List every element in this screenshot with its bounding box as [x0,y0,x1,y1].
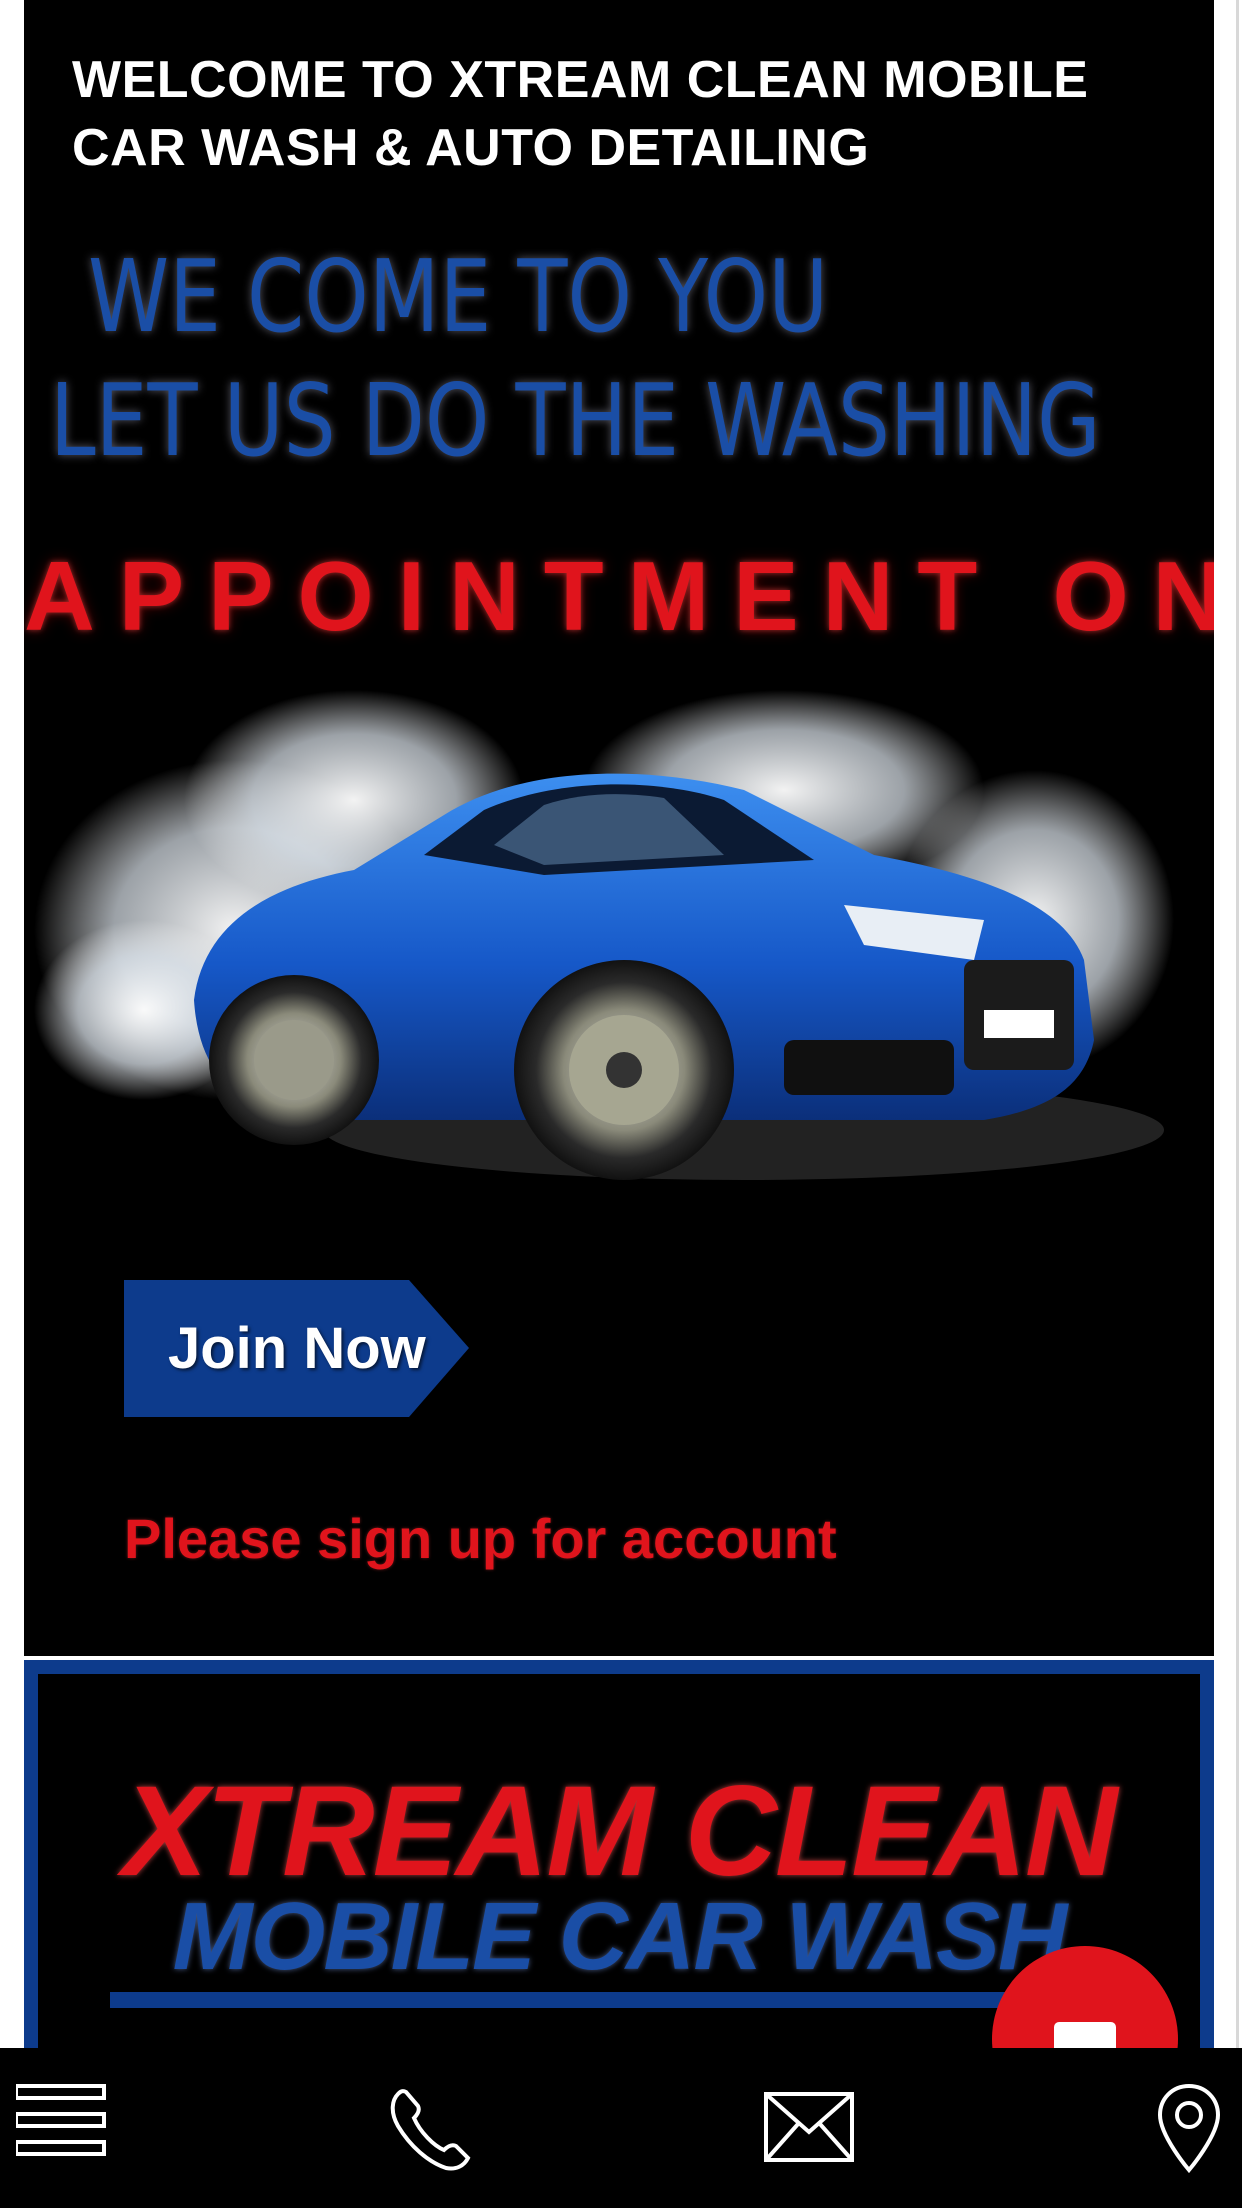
menu-icon[interactable] [16,2080,106,2160]
car-splash-image [34,690,1174,1180]
bottom-nav-bar [0,2048,1242,2208]
logo-underline [110,1992,1080,2008]
signup-prompt: Please sign up for account [124,1507,837,1570]
appointment-marquee: APPOINTMENT ON [24,541,1214,651]
page-content: WELCOME TO XTREAM CLEAN MOBILE CAR WASH … [24,0,1214,2048]
chat-icon [1054,2022,1116,2048]
location-pin-icon[interactable] [1156,2082,1222,2174]
join-now-label: Join Now [168,1316,426,1381]
scrollbar-track[interactable] [1236,0,1239,2048]
tagline-line2: LET US DO THE WASHING [50,362,1101,479]
mail-icon[interactable] [764,2092,854,2162]
welcome-heading: WELCOME TO XTREAM CLEAN MOBILE CAR WASH … [72,51,1089,177]
tagline-line1: WE COME TO YOU [88,238,829,355]
join-now-button[interactable]: Join Now [124,1280,469,1417]
phone-icon[interactable] [388,2088,472,2172]
